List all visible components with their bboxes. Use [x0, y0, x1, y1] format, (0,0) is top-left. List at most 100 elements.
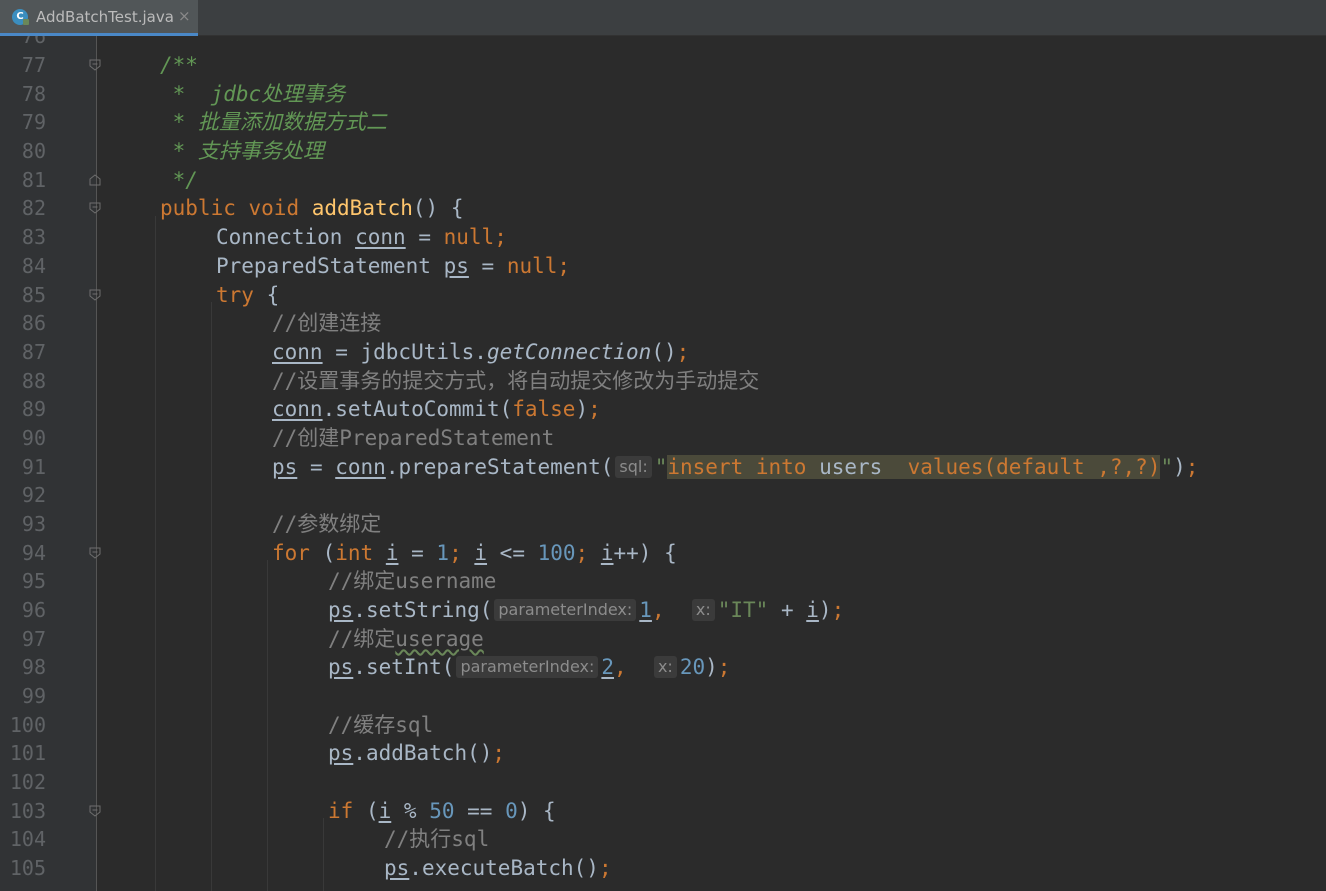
- code-line-99: 99: [0, 682, 1326, 711]
- parameter-hint: parameterIndex:: [456, 656, 599, 678]
- code-line-93: 93 //参数绑定: [0, 510, 1326, 539]
- method-declaration: public void addBatch() {: [160, 196, 464, 220]
- javadoc-comment: * jdbc处理事务: [160, 82, 346, 106]
- code-line-83: 83 Connection conn = null;: [0, 223, 1326, 252]
- parameter-hint: sql:: [615, 456, 652, 478]
- parameter-hint: x:: [691, 599, 715, 621]
- line-number: 98: [21, 655, 46, 679]
- fold-marker-icon[interactable]: [89, 289, 101, 301]
- fold-marker-icon[interactable]: [89, 202, 101, 214]
- code-line-103: 103 if (i % 50 == 0) {: [0, 797, 1326, 826]
- code-line-82: 82 public void addBatch() {: [0, 194, 1326, 223]
- code-line-92: 92: [0, 481, 1326, 510]
- line-comment: //创建连接: [272, 311, 382, 335]
- line-number: 87: [21, 340, 46, 364]
- fold-marker-icon[interactable]: [89, 547, 101, 559]
- code-line-87: 87 conn = jdbcUtils.getConnection();: [0, 338, 1326, 367]
- line-number: 84: [21, 254, 46, 278]
- line-comment: //绑定username: [328, 569, 497, 593]
- line-number: 90: [21, 426, 46, 450]
- code-line-81: 81 */: [0, 166, 1326, 195]
- line-number: 105: [9, 856, 46, 880]
- statement: for (int i = 1; i <= 100; i++) {: [272, 541, 677, 565]
- line-comment: //执行sql: [384, 827, 490, 851]
- code-line-79: 79 * 批量添加数据方式二: [0, 108, 1326, 137]
- fold-marker-icon[interactable]: [89, 59, 101, 71]
- line-comment: //绑定userage: [328, 627, 484, 651]
- statement: Connection conn = null;: [216, 225, 507, 249]
- line-number: 102: [9, 770, 46, 794]
- line-number: 82: [21, 196, 46, 220]
- code-line-89: 89 conn.setAutoCommit(false);: [0, 395, 1326, 424]
- line-number: 99: [21, 684, 46, 708]
- line-number: 85: [21, 283, 46, 307]
- code-line-94: 94 for (int i = 1; i <= 100; i++) {: [0, 539, 1326, 568]
- statement: ps = conn.prepareStatement(sql: "insert i…: [272, 455, 1199, 479]
- java-class-icon: C: [12, 9, 29, 25]
- javadoc-comment: */: [160, 168, 198, 192]
- code-line-97: 97 //绑定userage: [0, 625, 1326, 654]
- code-line-100: 100 //缓存sql: [0, 711, 1326, 740]
- code-line-85: 85 try {: [0, 281, 1326, 310]
- spelling-warning: userage: [395, 627, 484, 651]
- code-line-95: 95 //绑定username: [0, 567, 1326, 596]
- statement: ps.addBatch();: [328, 741, 506, 765]
- line-number: 76: [21, 36, 46, 48]
- code-line-104: 104 //执行sql: [0, 825, 1326, 854]
- fold-end-marker-icon[interactable]: [89, 174, 101, 186]
- line-comment: //缓存sql: [328, 713, 434, 737]
- line-comment: //设置事务的提交方式，将自动提交修改为手动提交: [272, 369, 760, 393]
- parameter-hint: x:: [653, 656, 677, 678]
- code-editor[interactable]: 76 77 /** 78 * jdbc处理事务 79 * 批量添加数据方式二 8…: [0, 36, 1326, 891]
- code-line-101: 101 ps.addBatch();: [0, 739, 1326, 768]
- line-number: 80: [21, 139, 46, 163]
- line-number: 83: [21, 225, 46, 249]
- code-line-105: 105 ps.executeBatch();: [0, 854, 1326, 883]
- line-number: 88: [21, 369, 46, 393]
- code-line-84: 84 PreparedStatement ps = null;: [0, 252, 1326, 281]
- statement: ps.setInt(parameterIndex: 2, x: 20);: [328, 655, 731, 679]
- line-number: 103: [9, 799, 46, 823]
- line-number: 94: [21, 541, 46, 565]
- code-line-98: 98 ps.setInt(parameterIndex: 2, x: 20);: [0, 653, 1326, 682]
- line-number: 81: [21, 168, 46, 192]
- line-number: 101: [9, 741, 46, 765]
- code-line-102: 102: [0, 768, 1326, 797]
- javadoc-comment: * 批量添加数据方式二: [160, 110, 387, 134]
- line-number: 93: [21, 512, 46, 536]
- line-number: 77: [21, 53, 46, 77]
- line-comment: //参数绑定: [272, 512, 382, 536]
- code-line-91: 91 ps = conn.prepareStatement(sql: "inser…: [0, 453, 1326, 482]
- statement: ps.executeBatch();: [384, 856, 612, 880]
- code-line-86: 86 //创建连接: [0, 309, 1326, 338]
- line-number: 79: [21, 110, 46, 134]
- statement: PreparedStatement ps = null;: [216, 254, 571, 278]
- statement: conn = jdbcUtils.getConnection();: [272, 340, 690, 364]
- code-line-90: 90 //创建PreparedStatement: [0, 424, 1326, 453]
- javadoc-comment: * 支持事务处理: [160, 139, 324, 163]
- line-comment: //创建PreparedStatement: [272, 426, 555, 450]
- statement: ps.setString(parameterIndex: 1, x: "IT" + …: [328, 598, 845, 622]
- statement: conn.setAutoCommit(false);: [272, 397, 601, 421]
- editor-tab-bar: C AddBatchTest.java ×: [0, 0, 1326, 36]
- line-number: 97: [21, 627, 46, 651]
- code-line-80: 80 * 支持事务处理: [0, 137, 1326, 166]
- line-number: 100: [9, 713, 46, 737]
- close-icon[interactable]: ×: [178, 7, 191, 25]
- line-number: 78: [21, 82, 46, 106]
- line-number: 91: [21, 455, 46, 479]
- fold-marker-icon[interactable]: [89, 805, 101, 817]
- line-number: 95: [21, 569, 46, 593]
- tab-addbatchtest-java[interactable]: C AddBatchTest.java ×: [0, 0, 198, 36]
- javadoc-comment: /**: [160, 53, 198, 77]
- code-line-76: 76: [0, 36, 1326, 51]
- code-line-96: 96 ps.setString(parameterIndex: 1, x: "IT"…: [0, 596, 1326, 625]
- line-number: 89: [21, 397, 46, 421]
- line-number: 104: [9, 827, 46, 851]
- code-line-78: 78 * jdbc处理事务: [0, 80, 1326, 109]
- statement: if (i % 50 == 0) {: [328, 799, 556, 823]
- line-number: 92: [21, 483, 46, 507]
- line-number: 96: [21, 598, 46, 622]
- code-line-77: 77 /**: [0, 51, 1326, 80]
- code-line-88: 88 //设置事务的提交方式，将自动提交修改为手动提交: [0, 367, 1326, 396]
